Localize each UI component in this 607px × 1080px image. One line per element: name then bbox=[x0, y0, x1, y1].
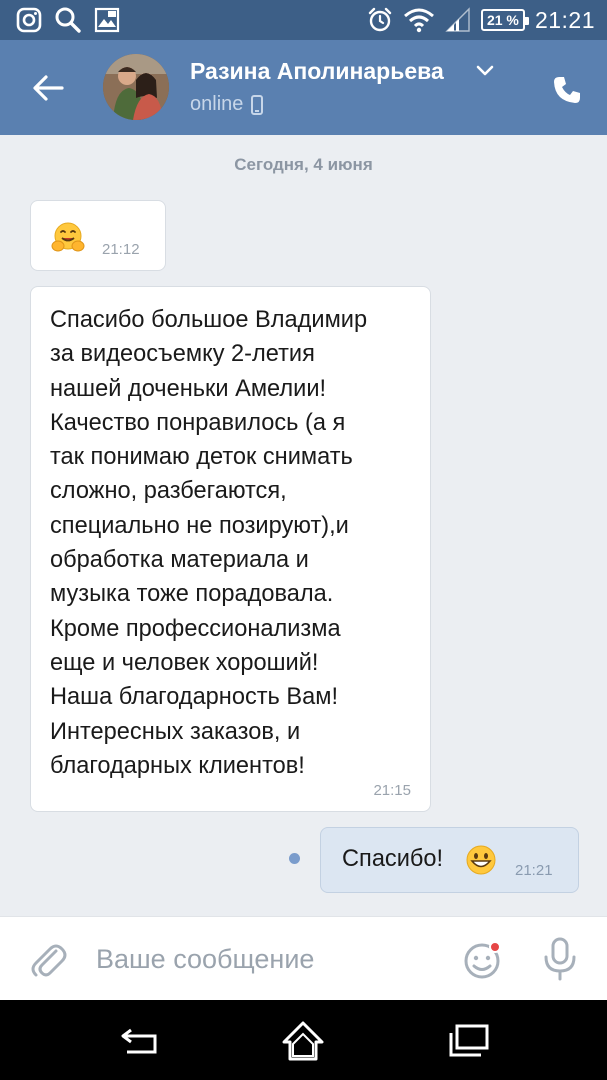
presence-status: online bbox=[190, 93, 264, 116]
arrow-left-icon bbox=[33, 75, 64, 101]
nav-home-button[interactable] bbox=[278, 1018, 328, 1064]
battery-indicator: 21 % bbox=[480, 9, 529, 31]
call-button[interactable] bbox=[547, 70, 587, 110]
message-text: Спасибо большое Владимир за видеосъемку … bbox=[50, 307, 368, 779]
microphone-icon[interactable] bbox=[540, 937, 580, 981]
incoming-message[interactable]: Спасибо большое Владимир за видеосъемку … bbox=[30, 286, 431, 812]
message-composer bbox=[0, 916, 607, 1000]
alarm-icon bbox=[368, 7, 392, 32]
hugging-face-icon bbox=[51, 222, 85, 252]
battery-percent: 21 % bbox=[486, 12, 519, 28]
message-list[interactable]: Сегодня, 4 июня 21:12 Спасибо большое Вл… bbox=[0, 135, 607, 916]
mobile-device-icon bbox=[251, 94, 264, 115]
phone-icon bbox=[554, 77, 580, 103]
emoji-picker-icon[interactable] bbox=[462, 939, 504, 981]
nav-recents-button[interactable] bbox=[444, 1018, 494, 1064]
nav-back-button[interactable] bbox=[114, 1018, 164, 1064]
message-text: Спасибо! bbox=[342, 846, 444, 872]
status-notifications bbox=[16, 6, 120, 34]
unread-indicator bbox=[289, 853, 300, 864]
status-bar: 21 % 21:21 bbox=[0, 0, 607, 40]
chevron-down-icon[interactable] bbox=[476, 65, 494, 77]
signal-icon bbox=[445, 7, 470, 32]
status-time: 21:21 bbox=[534, 6, 595, 33]
incoming-message[interactable]: 21:12 bbox=[30, 200, 166, 271]
message-time: 21:12 bbox=[102, 241, 140, 258]
system-nav-bar bbox=[0, 1000, 607, 1080]
outgoing-message[interactable]: Спасибо! 21:21 bbox=[320, 827, 579, 893]
status-system: 21 % 21:21 bbox=[367, 4, 595, 36]
message-input[interactable] bbox=[96, 939, 436, 979]
message-time: 21:21 bbox=[515, 862, 553, 879]
home-icon bbox=[282, 1021, 324, 1061]
message-time: 21:15 bbox=[373, 782, 411, 799]
recents-icon bbox=[449, 1024, 489, 1057]
back-button[interactable] bbox=[26, 66, 70, 110]
contact-name[interactable]: Разина Аполинарьева bbox=[190, 58, 444, 85]
search-icon bbox=[55, 7, 81, 33]
presence-label: online bbox=[190, 93, 244, 115]
avatar-photo bbox=[103, 54, 169, 120]
chat-header: Разина Аполинарьева online bbox=[0, 40, 607, 135]
wifi-icon bbox=[403, 8, 434, 33]
gallery-icon bbox=[94, 7, 120, 33]
attach-icon[interactable] bbox=[28, 939, 68, 979]
avatar[interactable] bbox=[103, 54, 169, 120]
instagram-icon bbox=[16, 7, 42, 33]
back-icon bbox=[121, 1028, 157, 1054]
date-separator: Сегодня, 4 июня bbox=[234, 155, 373, 174]
grinning-face-icon bbox=[466, 845, 496, 875]
